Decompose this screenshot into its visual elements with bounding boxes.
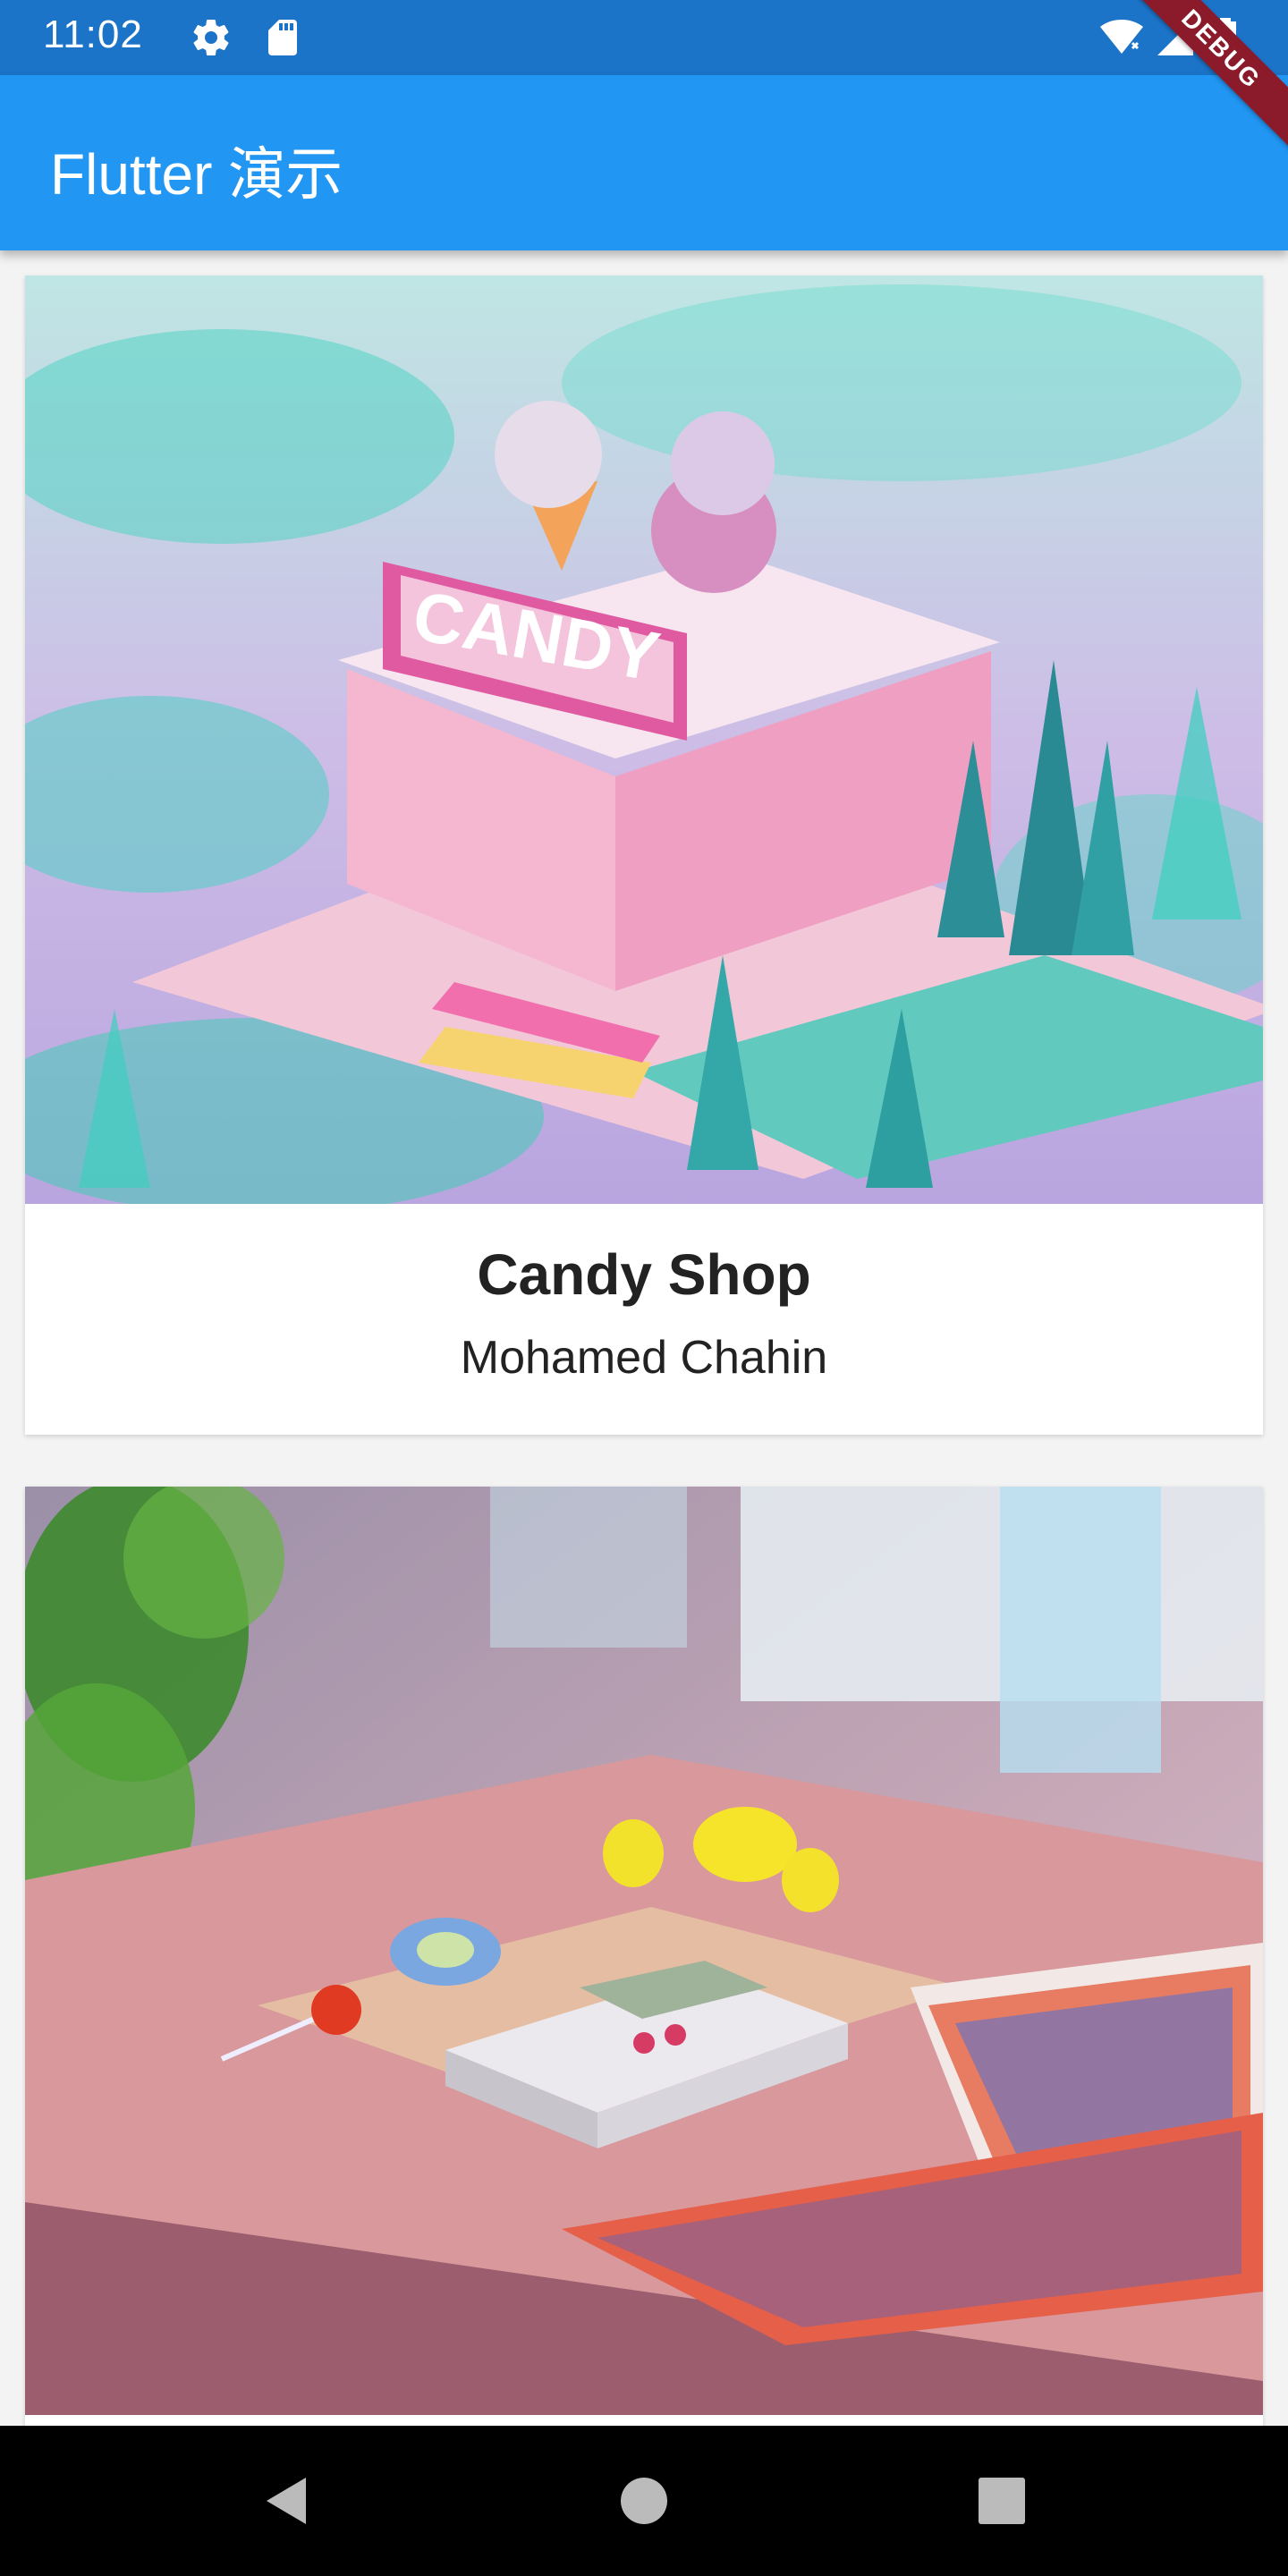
back-icon[interactable] xyxy=(250,2465,322,2537)
card-title: Candy Shop xyxy=(477,1242,811,1307)
retro-desk-image xyxy=(25,1487,1263,2415)
status-time: 11:02 xyxy=(43,13,143,56)
card-candy-shop[interactable]: CANDY Candy Shop Mohamed Chahin xyxy=(25,275,1263,1435)
app-title: Flutter 演示 xyxy=(50,142,343,207)
wifi-icon xyxy=(1098,16,1143,59)
gear-icon xyxy=(190,16,233,59)
app-bar: Flutter 演示 xyxy=(0,75,1288,250)
card-author: Mohamed Chahin xyxy=(460,1332,828,1384)
card-retro-desk[interactable] xyxy=(25,1487,1263,2435)
candy-shop-image: CANDY xyxy=(25,275,1263,1204)
home-icon[interactable] xyxy=(608,2465,680,2537)
recents-icon[interactable] xyxy=(966,2465,1038,2537)
sd-card-icon xyxy=(261,16,304,59)
navigation-bar xyxy=(0,2426,1288,2576)
status-bar: 11:02 xyxy=(0,0,1288,75)
